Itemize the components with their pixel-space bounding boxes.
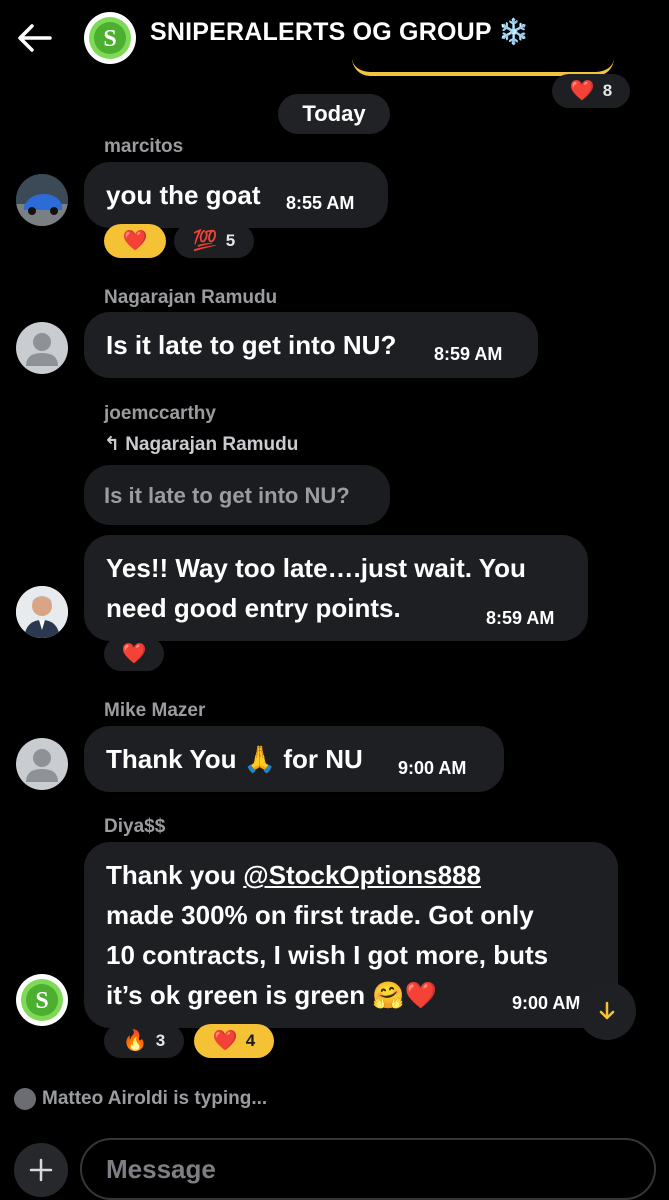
heart-reaction[interactable]: ❤️ 4 [194, 1024, 274, 1058]
sender-name: Nagarajan Ramudu [104, 287, 278, 308]
message-text-line: made 300% on first trade. Got only [106, 900, 534, 930]
default-user-icon [26, 333, 58, 366]
heart-reaction[interactable]: ❤️ [104, 637, 164, 671]
reaction-count: 5 [225, 231, 236, 250]
message-bubble[interactable]: you the goat 8:55 AM [84, 162, 388, 228]
sniper-logo-icon: S [21, 979, 63, 1021]
typing-user-avatar [14, 1088, 36, 1110]
typing-text: Matteo Airoldi is typing... [42, 1088, 268, 1109]
message-input[interactable] [82, 1140, 654, 1198]
plus-icon [29, 1158, 53, 1182]
message-text-line: need good entry points. [106, 593, 401, 623]
down-arrow-icon [599, 1001, 615, 1020]
hundred-emoji: 💯 [192, 230, 218, 252]
avatar[interactable]: S [16, 974, 68, 1026]
reply-arrow-icon: ↰ [104, 434, 120, 455]
message-time: 9:00 AM [398, 758, 467, 778]
default-user-icon [26, 749, 58, 782]
avatar[interactable] [16, 586, 68, 638]
group-avatar[interactable]: S [84, 12, 136, 64]
message-text-line: Yes!! Way too late….just wait. You [106, 553, 526, 583]
reply-header[interactable]: ↰ Nagarajan Ramudu [104, 433, 298, 456]
praying-hands-emoji: 🙏 [243, 744, 277, 774]
back-button[interactable] [14, 20, 54, 56]
mention-link[interactable]: @StockOptions888 [243, 860, 481, 890]
message-input-container[interactable] [80, 1138, 656, 1200]
message-bubble[interactable]: Is it late to get into NU? 8:59 AM [84, 312, 538, 378]
reaction-count: 4 [245, 1031, 256, 1050]
message-bubble[interactable]: Yes!! Way too late….just wait. You need … [84, 535, 588, 641]
avatar[interactable] [16, 174, 68, 226]
sender-name: Mike Mazer [104, 700, 206, 721]
svg-text:S: S [35, 988, 48, 1014]
scroll-to-bottom-button[interactable] [578, 982, 636, 1040]
back-arrow-icon [18, 24, 52, 52]
heart-emoji: ❤️ [212, 1030, 238, 1052]
heart-emoji: ❤️ [121, 643, 147, 665]
heart-emoji: ❤️ [569, 80, 595, 102]
message-text: Is it late to get into NU? [106, 330, 397, 360]
quoted-text: Is it late to get into NU? [104, 483, 350, 508]
message-time: 8:59 AM [434, 344, 503, 364]
attach-button[interactable] [14, 1143, 68, 1197]
fire-emoji: 🔥 [122, 1030, 148, 1052]
message-text: Thank You 🙏 for NU [106, 739, 363, 779]
message-text: you the goat [106, 180, 261, 210]
svg-text:S: S [103, 26, 116, 52]
heart-reaction[interactable]: ❤️ [104, 224, 166, 258]
avatar[interactable] [16, 322, 68, 374]
sender-name: Diya$$ [104, 816, 166, 837]
reply-to-name: Nagarajan Ramudu [125, 434, 299, 455]
message-text-post: for NU [283, 744, 363, 774]
avatar[interactable] [16, 738, 68, 790]
message-time: 9:00 AM [512, 993, 581, 1013]
message-time: 8:59 AM [486, 608, 555, 628]
message-text-line: it’s ok green is green 🤗❤️ [106, 980, 438, 1010]
message-time: 8:55 AM [286, 193, 355, 213]
typing-indicator: Matteo Airoldi is typing... [14, 1088, 267, 1110]
reaction-count: 3 [155, 1031, 166, 1050]
sender-name: joemccarthy [104, 403, 216, 424]
heart-emoji: ❤️ [122, 230, 148, 252]
quoted-message[interactable]: Is it late to get into NU? [84, 465, 390, 525]
fire-reaction[interactable]: 🔥 3 [104, 1024, 184, 1058]
message-bubble[interactable]: Thank You 🙏 for NU 9:00 AM [84, 726, 504, 792]
hundred-reaction[interactable]: 💯 5 [174, 224, 254, 258]
group-logo-icon: S [89, 17, 131, 59]
message-text-line: 10 contracts, I wish I got more, buts [106, 940, 549, 970]
profile-photo-icon [16, 586, 68, 638]
previous-heart-reaction[interactable]: ❤️ 8 [552, 74, 630, 108]
day-separator: Today [278, 94, 390, 134]
message-text-pre: Thank You [106, 744, 237, 774]
previous-message-bubble[interactable] [352, 0, 614, 76]
car-avatar-icon [16, 174, 68, 226]
message-text-line: Thank you @StockOptions888 [106, 860, 481, 890]
message-bubble[interactable]: Thank you @StockOptions888 made 300% on … [84, 842, 618, 1028]
reaction-count: 8 [602, 81, 613, 100]
sender-name: marcitos [104, 136, 184, 157]
